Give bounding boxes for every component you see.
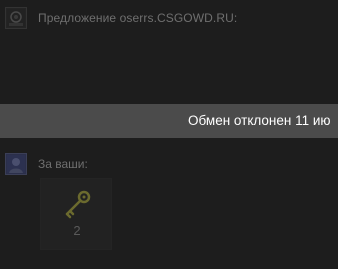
your-items-label: За ваши: — [38, 157, 88, 171]
your-items-section: За ваши: 2 — [0, 148, 338, 269]
trade-status-text: Обмен отклонен 11 ию — [188, 113, 331, 128]
trade-status-bar: Обмен отклонен 11 ию — [0, 104, 338, 138]
offer-header: Предложение oserrs.CSGOWD.RU: — [0, 0, 338, 40]
my-avatar[interactable] — [5, 153, 27, 175]
key-icon — [65, 190, 91, 219]
offer-title: Предложение oserrs.CSGOWD.RU: — [38, 11, 238, 25]
item-slot[interactable]: 2 — [40, 178, 112, 250]
partner-avatar[interactable] — [5, 7, 27, 29]
user-avatar-icon — [7, 155, 25, 173]
user-avatar-icon — [7, 9, 25, 27]
item-count: 2 — [73, 223, 81, 238]
